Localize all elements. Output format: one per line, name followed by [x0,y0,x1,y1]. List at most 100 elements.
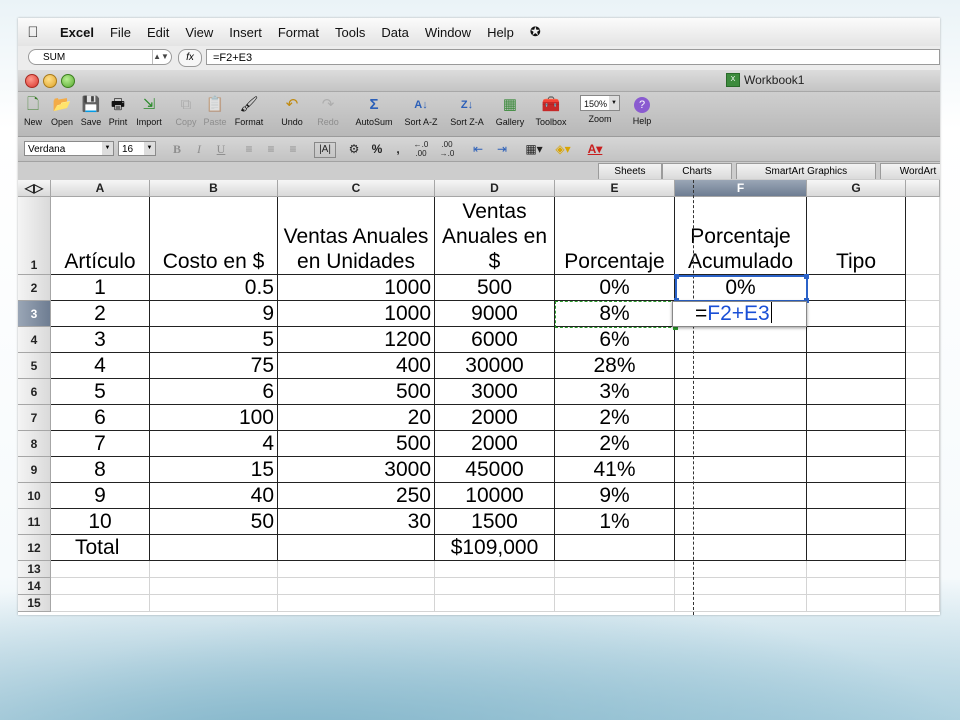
cell-a5[interactable]: 4 [51,353,150,379]
borders-icon[interactable]: ▦▾ [522,140,546,158]
merge-cells-icon[interactable]: |A| [314,142,336,158]
cell-g11[interactable] [807,509,906,535]
decrease-decimal-icon[interactable]: .00 →.0 [436,140,458,158]
cell-b6[interactable]: 6 [150,379,278,405]
bold-icon[interactable]: B [168,140,186,158]
toolbar-print-button[interactable]: 🖶 Print [104,94,132,134]
minimize-window-button[interactable] [43,74,57,88]
cell-stub-15[interactable] [906,595,940,612]
cell-b7[interactable]: 100 [150,405,278,431]
row-header-10[interactable]: 10 [18,483,51,509]
cell-c5[interactable]: 400 [278,353,435,379]
cell-f7[interactable] [675,405,807,431]
cell-d15[interactable] [435,595,555,612]
underline-icon[interactable]: U [212,140,230,158]
cell-a10[interactable]: 9 [51,483,150,509]
font-name-select[interactable]: Verdana ▼ [24,141,114,156]
cell-e10[interactable]: 9% [555,483,675,509]
cell-b5[interactable]: 75 [150,353,278,379]
row-header-4[interactable]: 4 [18,327,51,353]
cell-a6[interactable]: 5 [51,379,150,405]
cell-a13[interactable] [51,561,150,578]
cell-e8[interactable]: 2% [555,431,675,457]
currency-icon[interactable]: ⚙ [344,140,364,158]
tab-wordart[interactable]: WordArt [880,163,940,179]
cell-d5[interactable]: 30000 [435,353,555,379]
cell-a11[interactable]: 10 [51,509,150,535]
cell-e4[interactable]: 6% [555,327,675,353]
menu-window[interactable]: Window [425,25,471,40]
cell-stub-4[interactable] [906,327,940,353]
cell-b10[interactable]: 40 [150,483,278,509]
cell-c9[interactable]: 3000 [278,457,435,483]
font-size-dropdown-icon[interactable]: ▼ [144,142,155,155]
cell-c7[interactable]: 20 [278,405,435,431]
cell-c3[interactable]: 1000 [278,301,435,327]
cell-e6[interactable]: 3% [555,379,675,405]
italic-icon[interactable]: I [190,140,208,158]
cell-g6[interactable] [807,379,906,405]
toolbar-paste-button[interactable]: 📋 Paste [200,94,230,134]
menu-insert[interactable]: Insert [229,25,262,40]
cell-d13[interactable] [435,561,555,578]
tab-charts[interactable]: Charts [662,163,732,179]
cell-b15[interactable] [150,595,278,612]
menu-edit[interactable]: Edit [147,25,169,40]
toolbar-help-button[interactable]: ? Help [628,94,656,134]
percent-icon[interactable]: % [368,140,386,158]
cell-a2[interactable]: 1 [51,275,150,301]
align-right-icon[interactable]: ≡ [284,140,302,158]
header-cell-a[interactable]: Artículo [51,197,150,275]
cell-stub-3[interactable] [906,301,940,327]
column-header-f[interactable]: F [675,180,807,197]
cell-g5[interactable] [807,353,906,379]
zoom-select[interactable]: 150% ▼ [580,95,620,111]
header-cell-c[interactable]: Ventas Anuales en Unidades [278,197,435,275]
cell-e12[interactable] [555,535,675,561]
cell-c2[interactable]: 1000 [278,275,435,301]
cell-a15[interactable] [51,595,150,612]
row-header-1[interactable]: 1 [18,197,51,275]
cell-d2[interactable]: 500 [435,275,555,301]
name-box[interactable]: SUM [28,49,172,65]
header-cell-e[interactable]: Porcentaje [555,197,675,275]
row-header-9[interactable]: 9 [18,457,51,483]
zoom-dropdown-icon[interactable]: ▼ [609,96,619,110]
cell-b14[interactable] [150,578,278,595]
header-cell-b[interactable]: Costo en $ [150,197,278,275]
menu-view[interactable]: View [185,25,213,40]
toolbar-sort-za-button[interactable]: Z↓ Sort Z-A [444,94,490,134]
cell-g10[interactable] [807,483,906,509]
worksheet-grid[interactable]: ◁▷ A B C D E F G 1 2 3 4 5 6 7 8 9 10 11 12 13 14 15 Artículo C… [18,180,940,615]
cell-d10[interactable]: 10000 [435,483,555,509]
cell-b9[interactable]: 15 [150,457,278,483]
cell-g3[interactable] [807,301,906,327]
toolbar-undo-button[interactable]: ↶ Undo [274,94,310,134]
cell-b8[interactable]: 4 [150,431,278,457]
cell-b3[interactable]: 9 [150,301,278,327]
cell-stub-6[interactable] [906,379,940,405]
cell-e3[interactable]: 8% [555,301,675,327]
cell-f9[interactable] [675,457,807,483]
script-menu-icon[interactable]: ✪ [530,24,541,40]
cell-a3[interactable]: 2 [51,301,150,327]
cell-d8[interactable]: 2000 [435,431,555,457]
row-header-12[interactable]: 12 [18,535,51,561]
cell-a7[interactable]: 6 [51,405,150,431]
cell-b13[interactable] [150,561,278,578]
font-color-icon[interactable]: A▾ [582,140,608,158]
cell-g4[interactable] [807,327,906,353]
header-cell-d[interactable]: Ventas Anuales en $ [435,197,555,275]
cell-b12[interactable] [150,535,278,561]
menu-tools[interactable]: Tools [335,25,365,40]
in-cell-editor[interactable]: =F2+E3 [672,301,807,327]
cell-c4[interactable]: 1200 [278,327,435,353]
font-size-select[interactable]: 16 ▼ [118,141,156,156]
cell-e15[interactable] [555,595,675,612]
column-header-b[interactable]: B [150,180,278,197]
cell-f2[interactable]: 0% [675,275,807,301]
toolbar-sort-az-button[interactable]: A↓ Sort A-Z [398,94,444,134]
cell-g8[interactable] [807,431,906,457]
row-header-11[interactable]: 11 [18,509,51,535]
cell-g15[interactable] [807,595,906,612]
